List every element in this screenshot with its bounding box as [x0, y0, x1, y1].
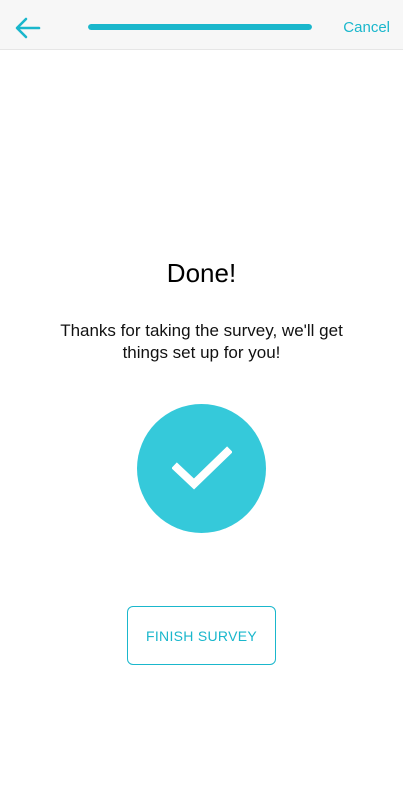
survey-progress-bar	[88, 24, 312, 30]
success-badge	[137, 404, 266, 533]
arrow-left-icon	[15, 17, 41, 39]
top-navigation-bar: Cancel	[0, 0, 403, 50]
finish-survey-button[interactable]: FINISH SURVEY	[127, 606, 276, 665]
survey-complete-screen: Cancel Done! Thanks for taking the surve…	[0, 0, 403, 792]
survey-progress-fill	[88, 24, 312, 30]
page-title: Done!	[166, 258, 237, 288]
back-button[interactable]	[10, 10, 46, 46]
cancel-button[interactable]: Cancel	[343, 19, 390, 36]
completion-message: Thanks for taking the survey, we'll get …	[60, 321, 343, 362]
checkmark-icon	[171, 445, 232, 490]
